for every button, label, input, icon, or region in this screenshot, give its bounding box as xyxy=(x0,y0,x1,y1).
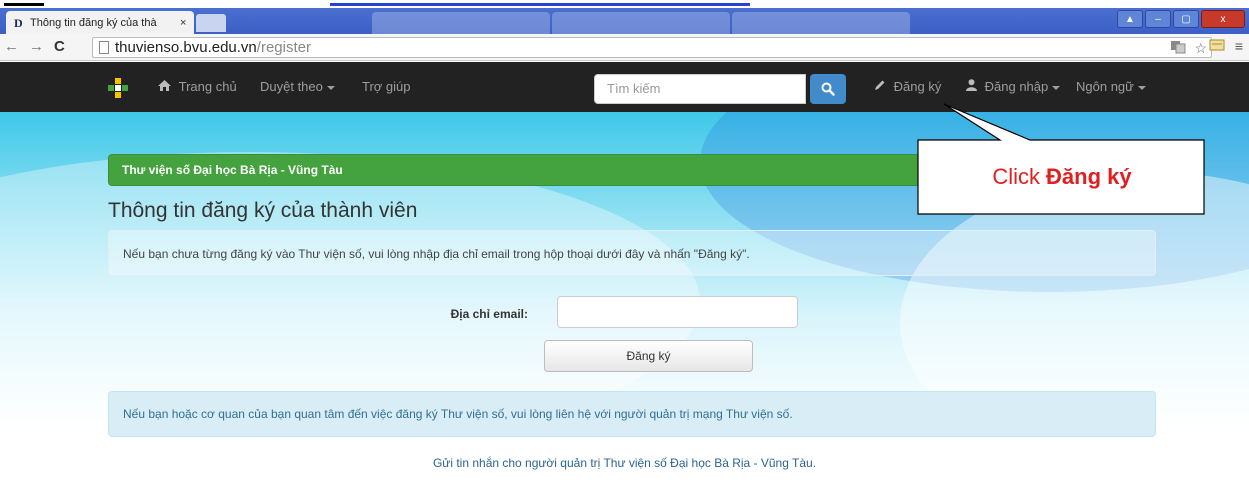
nav-language-label: Ngôn ngữ xyxy=(1076,79,1134,94)
nav-register-label: Đăng ký xyxy=(893,79,942,94)
nav-home-label: Trang chủ xyxy=(178,79,237,94)
nav-login-label: Đăng nhập xyxy=(984,79,1049,94)
back-arrow-icon[interactable]: ← xyxy=(4,38,19,55)
caret-down-icon xyxy=(1052,85,1061,90)
home-icon xyxy=(158,79,175,94)
tab-background[interactable] xyxy=(372,12,550,34)
bookmark-star-icon[interactable]: ☆ xyxy=(1194,40,1207,57)
register-hint: Nếu bạn chưa từng đăng ký vào Thư viện s… xyxy=(108,230,1156,276)
nav-language-dropdown[interactable]: Ngôn ngữ xyxy=(1076,62,1146,112)
search-icon xyxy=(821,82,835,96)
url-host: thuvienso.bvu.edu.vn xyxy=(115,39,257,56)
nav-browse-label: Duyệt theo xyxy=(260,79,323,94)
window-controls: ▲ – ▢ x xyxy=(1117,10,1245,28)
browser-extras: ≡ xyxy=(1209,38,1243,55)
nav-register[interactable]: Đăng ký xyxy=(874,62,941,112)
tab-close-icon[interactable]: × xyxy=(180,17,194,29)
window-maximize-icon[interactable]: ▢ xyxy=(1173,10,1199,28)
tab-title: Thông tin đăng ký của thà xyxy=(30,16,157,29)
search-button[interactable] xyxy=(810,74,846,104)
window-close-icon[interactable]: x xyxy=(1201,10,1245,28)
email-field[interactable] xyxy=(557,296,798,328)
forward-arrow-icon[interactable]: → xyxy=(29,38,44,55)
new-tab-button[interactable] xyxy=(196,14,226,32)
email-label: Địa chỉ email: xyxy=(450,307,528,321)
user-icon xyxy=(966,79,981,94)
callout-emphasis: Đăng ký xyxy=(1046,164,1132,189)
menu-icon[interactable]: ≡ xyxy=(1235,38,1243,55)
site-favicon-icon: D xyxy=(14,15,23,30)
site-logo-icon[interactable] xyxy=(108,78,128,98)
page-title: Thông tin đăng ký của thành viên xyxy=(108,199,418,222)
page-icon xyxy=(99,41,109,54)
document-strip xyxy=(0,0,1249,8)
browser-tab-bar: D Thông tin đăng ký của thà × ▲ – ▢ x xyxy=(0,8,1249,34)
contact-admin-link-text: Gửi tin nhắn cho người quản trị Thư viện… xyxy=(432,456,817,470)
nav-login-dropdown[interactable]: Đăng nhập xyxy=(966,62,1061,112)
translate-icon[interactable] xyxy=(1170,40,1186,57)
site-navbar: Trang chủ Duyệt theo Trợ giúp Tìm kiếm Đ… xyxy=(0,62,1249,112)
pencil-icon xyxy=(874,79,890,94)
doc-hyperlink-underline xyxy=(330,3,750,6)
doc-underline xyxy=(4,3,44,6)
nav-help-label: Trợ giúp xyxy=(362,79,411,94)
contact-admin-link[interactable]: Gửi tin nhắn cho người quản trị Thư viện… xyxy=(0,456,1249,470)
browser-nav-icons: ← → C xyxy=(4,38,65,55)
tab-background[interactable] xyxy=(732,12,910,34)
window-minimize-icon[interactable]: – xyxy=(1145,10,1171,28)
browser-address-bar: ← → C thuvienso.bvu.edu.vn/register ☆ ≡ xyxy=(0,34,1249,61)
nav-home[interactable]: Trang chủ xyxy=(158,62,237,112)
tab-active[interactable]: D Thông tin đăng ký của thà × xyxy=(6,11,194,34)
search-input[interactable]: Tìm kiếm xyxy=(594,74,806,104)
url-path: /register xyxy=(256,39,311,56)
nav-help[interactable]: Trợ giúp xyxy=(362,62,411,112)
window-restore-up-icon[interactable]: ▲ xyxy=(1117,10,1143,28)
info-alert: Nếu bạn hoặc cơ quan của bạn quan tâm đế… xyxy=(108,391,1156,437)
caret-down-icon xyxy=(326,85,335,90)
url-input[interactable]: thuvienso.bvu.edu.vn/register ☆ xyxy=(92,37,1212,58)
annotation-callout-text: Click Đăng ký xyxy=(920,140,1204,214)
callout-prefix: Click xyxy=(992,164,1041,189)
tab-background[interactable] xyxy=(552,12,730,34)
reload-icon[interactable]: C xyxy=(54,38,65,55)
register-button[interactable]: Đăng ký xyxy=(544,340,753,372)
omnibox-actions: ☆ xyxy=(1170,40,1211,57)
caret-down-icon xyxy=(1137,85,1146,90)
extension-icon[interactable] xyxy=(1209,38,1225,55)
nav-browse-dropdown[interactable]: Duyệt theo xyxy=(260,62,335,112)
